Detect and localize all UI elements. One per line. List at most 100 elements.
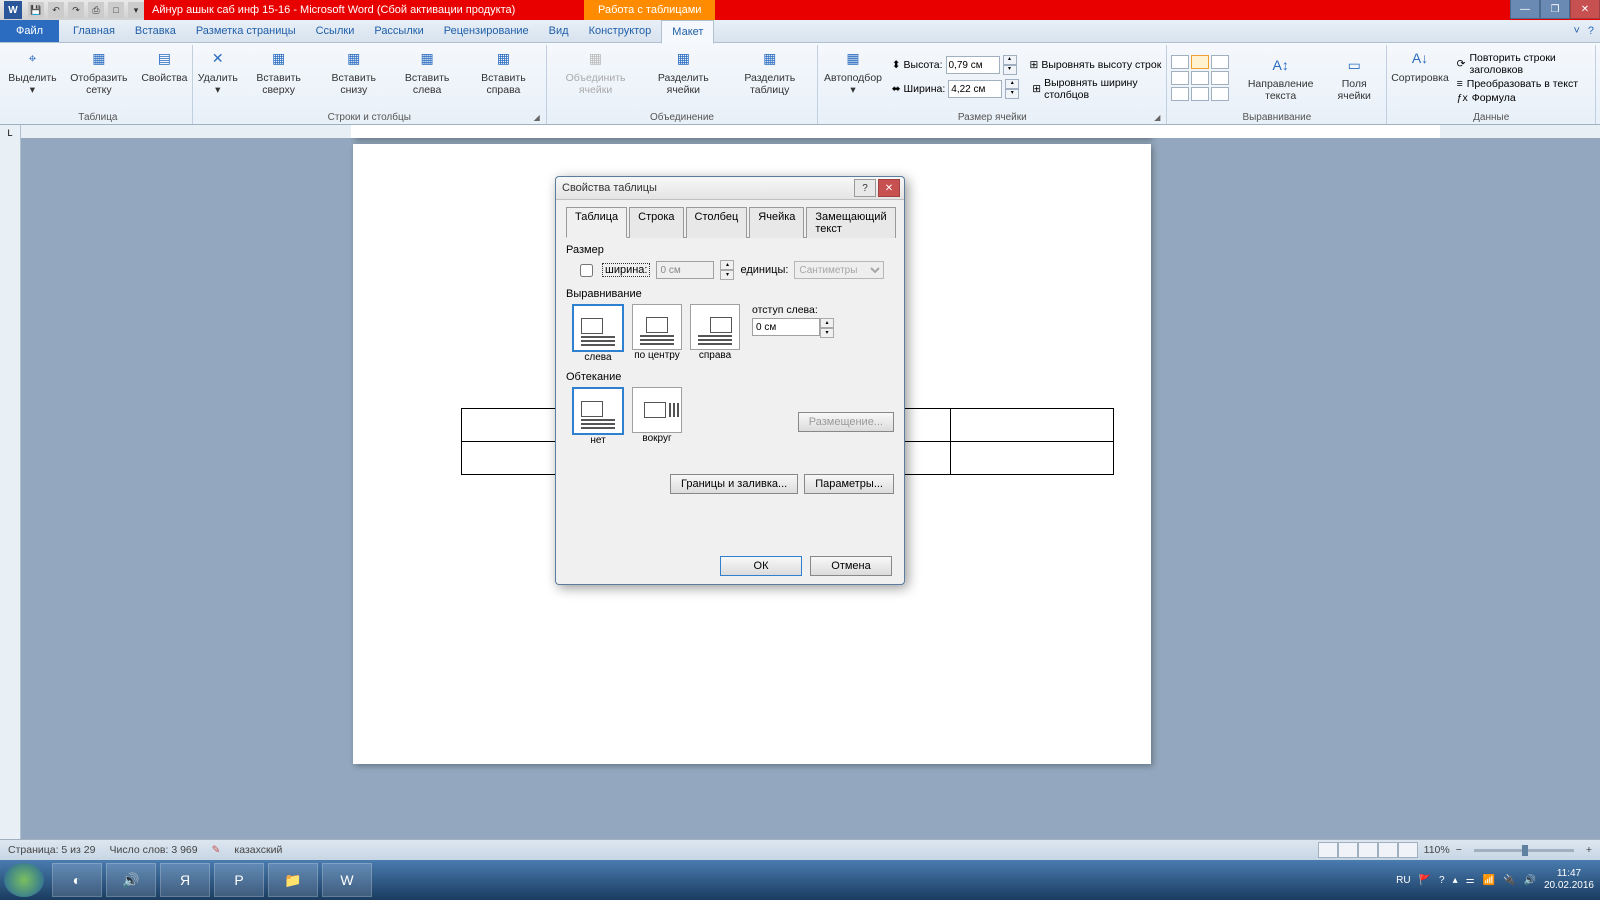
insert-left-button[interactable]: ▦Вставить слева [391, 45, 463, 98]
redo-icon[interactable]: ↷ [68, 2, 84, 18]
split-cells-button[interactable]: ▦Разделить ячейки [642, 45, 724, 98]
tab-layout[interactable]: Макет [661, 20, 714, 44]
view-draft[interactable] [1398, 842, 1418, 858]
cancel-button[interactable]: Отмена [810, 556, 892, 576]
tab-review[interactable]: Рецензирование [434, 20, 539, 42]
insert-above-button[interactable]: ▦Вставить сверху [241, 45, 317, 98]
spin-up-icon[interactable]: ▴ [1005, 79, 1019, 89]
help-icon[interactable]: ? [1588, 25, 1594, 37]
spin-down-icon[interactable]: ▾ [1005, 89, 1019, 99]
align-tc[interactable] [1191, 55, 1209, 69]
width-input[interactable] [948, 80, 1002, 98]
tray-power-icon[interactable]: 🔌 [1503, 875, 1515, 886]
align-center-option[interactable]: по центру [632, 304, 682, 363]
align-right-option[interactable]: справа [690, 304, 740, 363]
taskbar-sound[interactable]: 🔊 [106, 863, 156, 897]
language-status[interactable]: казахский [234, 844, 282, 856]
launcher-icon[interactable]: ◢ [1152, 113, 1162, 123]
dlg-tab-cell[interactable]: Ячейка [749, 207, 804, 238]
sort-button[interactable]: A↓Сортировка [1391, 45, 1448, 111]
qat-icon[interactable]: □ [108, 2, 124, 18]
align-mr[interactable] [1211, 71, 1229, 85]
dialog-titlebar[interactable]: Свойства таблицы ? ✕ [556, 177, 904, 200]
tab-references[interactable]: Ссылки [306, 20, 365, 42]
width-field[interactable] [656, 261, 714, 279]
tray-vol-icon[interactable]: 🔊 [1523, 875, 1535, 886]
zoom-value[interactable]: 110% [1424, 844, 1450, 856]
taskbar-word[interactable]: W [322, 863, 372, 897]
dist-rows-button[interactable]: Выровнять высоту строк [1041, 59, 1161, 71]
launcher-icon[interactable]: ◢ [532, 113, 542, 123]
cell-margins-button[interactable]: ▭Поля ячейки [1326, 51, 1382, 104]
tray-clock[interactable]: 11:47 20.02.2016 [1544, 868, 1594, 892]
view-fullscreen[interactable] [1338, 842, 1358, 858]
align-left-option[interactable]: слева [572, 304, 624, 363]
insert-below-button[interactable]: ▦Вставить снизу [318, 45, 389, 98]
zoom-slider[interactable] [1474, 849, 1574, 852]
tab-insert[interactable]: Вставка [125, 20, 186, 42]
dlg-tab-column[interactable]: Столбец [686, 207, 748, 238]
proofing-icon[interactable]: ✎ [212, 844, 221, 856]
tray-help-icon[interactable]: ? [1439, 875, 1445, 886]
tray-net-icon[interactable]: ⚌ [1466, 875, 1475, 886]
delete-button[interactable]: ✕Удалить▾ [197, 45, 239, 98]
tab-pagelayout[interactable]: Разметка страницы [186, 20, 306, 42]
align-br[interactable] [1211, 87, 1229, 101]
dlg-tab-row[interactable]: Строка [629, 207, 683, 238]
wrap-none-option[interactable]: нет [572, 387, 624, 446]
spin-down-icon[interactable]: ▾ [1003, 65, 1017, 75]
insert-right-button[interactable]: ▦Вставить справа [465, 45, 542, 98]
ok-button[interactable]: ОК [720, 556, 802, 576]
align-ml[interactable] [1171, 71, 1189, 85]
tab-home[interactable]: Главная [63, 20, 125, 42]
minimize-button[interactable]: — [1510, 0, 1540, 19]
view-gridlines-button[interactable]: ▦Отобразить сетку [59, 45, 139, 98]
autofit-button[interactable]: ▦Автоподбор▾ [822, 45, 883, 111]
spin-down-icon[interactable]: ▾ [720, 270, 734, 280]
align-tr[interactable] [1211, 55, 1229, 69]
zoom-out-icon[interactable]: − [1456, 844, 1462, 856]
dlg-tab-table[interactable]: Таблица [566, 207, 627, 238]
height-input[interactable] [946, 56, 1000, 74]
dlg-tab-alttext[interactable]: Замещающий текст [806, 207, 895, 238]
spin-up-icon[interactable]: ▴ [820, 318, 834, 328]
text-direction-button[interactable]: A↕Направление текста [1237, 51, 1324, 104]
word-count[interactable]: Число слов: 3 969 [109, 844, 197, 856]
qat-more-icon[interactable]: ▾ [128, 2, 144, 18]
file-tab[interactable]: Файл [0, 20, 59, 42]
taskbar-explorer[interactable]: 📁 [268, 863, 318, 897]
borders-button[interactable]: Границы и заливка... [670, 474, 798, 494]
split-table-button[interactable]: ▦Разделить таблицу [726, 45, 813, 98]
close-button[interactable]: ✕ [1570, 0, 1600, 19]
repeat-headers-button[interactable]: ⟳Повторить строки заголовков [1455, 51, 1591, 77]
vertical-ruler[interactable] [0, 138, 21, 870]
maximize-button[interactable]: ❐ [1540, 0, 1570, 19]
select-button[interactable]: ⌖Выделить▾ [8, 45, 57, 98]
width-checkbox[interactable] [580, 264, 593, 277]
dist-cols-button[interactable]: Выровнять ширину столбцов [1044, 77, 1162, 101]
view-web[interactable] [1358, 842, 1378, 858]
tray-lang[interactable]: RU [1396, 875, 1410, 886]
wrap-around-option[interactable]: вокруг [632, 387, 682, 446]
tray-wifi-icon[interactable]: 📶 [1483, 875, 1495, 886]
align-tl[interactable] [1171, 55, 1189, 69]
align-bc[interactable] [1191, 87, 1209, 101]
tab-mailings[interactable]: Рассылки [364, 20, 433, 42]
tray-flag-icon[interactable]: 🚩 [1419, 875, 1431, 886]
merge-cells-button[interactable]: ▦Объединить ячейки [551, 45, 641, 98]
spin-up-icon[interactable]: ▴ [1003, 55, 1017, 65]
dialog-close-button[interactable]: ✕ [878, 179, 900, 197]
tray-up-icon[interactable]: ▴ [1453, 875, 1458, 886]
formula-button[interactable]: ƒxФормула [1455, 91, 1591, 105]
zoom-in-icon[interactable]: + [1586, 844, 1592, 856]
start-button[interactable] [4, 863, 44, 897]
convert-text-button[interactable]: ≡Преобразовать в текст [1455, 77, 1591, 91]
tab-view[interactable]: Вид [539, 20, 579, 42]
taskbar-powerpoint[interactable]: P [214, 863, 264, 897]
view-print-layout[interactable] [1318, 842, 1338, 858]
spin-up-icon[interactable]: ▴ [720, 260, 734, 270]
units-select[interactable]: Сантиметры [794, 261, 884, 279]
properties-button[interactable]: ▤Свойства [141, 45, 188, 87]
indent-field[interactable] [752, 318, 820, 336]
placement-button[interactable]: Размещение... [798, 412, 894, 432]
